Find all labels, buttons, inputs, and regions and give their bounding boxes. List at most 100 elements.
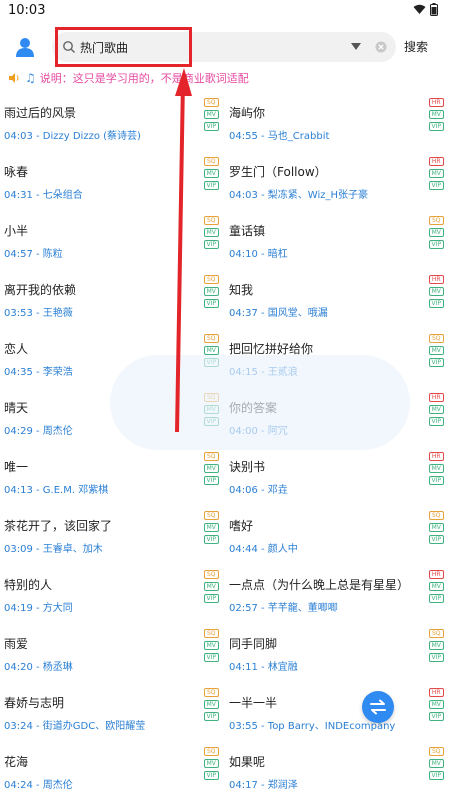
mv-badge[interactable]: MV [428,228,444,237]
vip-badge: VIP [428,653,444,662]
vip-badge: VIP [428,712,444,721]
song-list-item[interactable]: 一半一半 03:55 - Top Barry、INDEcompany HR MV VIP [225,682,450,741]
song-meta: 04:19 - 方大同 [4,603,73,614]
song-list-item[interactable]: 海屿你 04:55 - 马也_Crabbit HR MV VIP [225,92,450,151]
song-list-item[interactable]: 知我 04:37 - 国风堂、哦漏 HR MV VIP [225,269,450,328]
mv-badge[interactable]: MV [428,405,444,414]
song-badges: HR MV VIP [428,393,444,426]
song-list-item[interactable]: 罗生门（Follow） 04:03 - 梨冻紧、Wiz_H张子豪 HR MV VIP [225,151,450,210]
mv-badge[interactable]: MV [428,523,444,532]
vip-badge: VIP [428,476,444,485]
switch-float-button[interactable] [362,691,394,723]
song-meta: 04:55 - 马也_Crabbit [229,131,330,142]
song-list-item[interactable]: 离开我的依赖 03:53 - 王艳薇 SQ MV VIP [0,269,225,328]
vip-badge: VIP [203,476,219,485]
mv-badge[interactable]: MV [203,169,219,178]
user-avatar-icon[interactable] [14,36,36,58]
song-badges: SQ MV VIP [428,216,444,249]
song-badges: SQ MV VIP [203,629,219,662]
sq-badge: SQ [203,452,219,461]
song-title: 诀别书 [229,460,266,474]
mv-badge[interactable]: MV [428,346,444,355]
song-meta: 04:31 - 七朵组合 [4,190,83,201]
sq-badge: SQ [203,688,219,697]
search-button[interactable]: 搜索 [404,38,428,55]
mv-badge[interactable]: MV [428,287,444,296]
mv-badge[interactable]: MV [428,582,444,591]
song-meta: 04:03 - Dizzy Dizzo (蔡诗芸) [4,131,141,142]
mv-badge[interactable]: MV [203,228,219,237]
song-title: 特别的人 [4,578,53,592]
vip-badge: VIP [203,712,219,721]
song-badges: SQ MV VIP [203,98,219,131]
mv-badge[interactable]: MV [203,287,219,296]
song-list-item[interactable]: 花海 04:24 - 周杰伦 SQ MV VIP [0,741,225,800]
song-list-item[interactable]: 小半 04:57 - 陈粒 SQ MV VIP [0,210,225,269]
song-list-item[interactable]: 雨爱 04:20 - 杨丞琳 SQ MV VIP [0,623,225,682]
mv-badge[interactable]: MV [428,464,444,473]
song-badges: SQ MV VIP [203,275,219,308]
sq-badge: SQ [428,629,444,638]
song-title: 如果呢 [229,755,266,769]
song-badges: SQ MV VIP [203,452,219,485]
song-list-item[interactable]: 春娇与志明 03:24 - 街道办GDC、欧阳耀莹 SQ MV VIP [0,682,225,741]
song-list-item[interactable]: 诀别书 04:06 - 邓垚 HR MV VIP [225,446,450,505]
song-list-item[interactable]: 雨过后的风景 04:03 - Dizzy Dizzo (蔡诗芸) SQ MV VIP [0,92,225,151]
song-title: 茶花开了，该回家了 [4,519,113,533]
mv-badge[interactable]: MV [203,641,219,650]
music-note-icon: ♫ [25,71,36,85]
song-meta: 03:53 - 王艳薇 [4,308,73,319]
vip-badge: VIP [428,299,444,308]
mv-badge[interactable]: MV [203,523,219,532]
song-list-item[interactable]: 童话镇 04:10 - 暗杠 SQ MV VIP [225,210,450,269]
vip-badge: VIP [203,594,219,603]
mv-badge[interactable]: MV [203,464,219,473]
mv-badge[interactable]: MV [428,641,444,650]
dropdown-arrow-icon[interactable] [350,42,362,52]
song-list-item[interactable]: 嗜好 04:44 - 颜人中 SQ MV VIP [225,505,450,564]
swap-icon [370,699,386,715]
song-title: 离开我的依赖 [4,283,77,297]
mv-badge[interactable]: MV [428,110,444,119]
vip-badge: VIP [203,771,219,780]
vip-badge: VIP [428,181,444,190]
song-list-item[interactable]: 茶花开了，该回家了 03:09 - 王睿卓、加木 SQ MV VIP [0,505,225,564]
sq-badge: SQ [203,275,219,284]
song-list-item[interactable]: 特别的人 04:19 - 方大同 SQ MV VIP [0,564,225,623]
hr-badge: HR [428,452,444,461]
sq-badge: SQ [203,570,219,579]
mv-badge[interactable]: MV [203,346,219,355]
song-list-item[interactable]: 如果呢 04:17 - 郑润泽 SQ MV VIP [225,741,450,800]
battery-icon [430,3,438,16]
song-badges: SQ MV VIP [203,157,219,190]
song-meta: 04:03 - 梨冻紧、Wiz_H张子豪 [229,190,368,201]
song-title: 一点点（为什么晚上总是有星星） [229,578,410,592]
song-title: 春娇与志明 [4,696,65,710]
mv-badge[interactable]: MV [428,759,444,768]
song-title: 雨过后的风景 [4,106,77,120]
mv-badge[interactable]: MV [203,582,219,591]
sq-badge: SQ [203,629,219,638]
mv-badge[interactable]: MV [203,700,219,709]
song-meta: 04:06 - 邓垚 [229,485,288,496]
mv-badge[interactable]: MV [203,110,219,119]
song-meta: 02:57 - 芊芊龍、董唧唧 [229,603,338,614]
song-badges: SQ MV VIP [203,216,219,249]
vip-badge: VIP [203,122,219,131]
song-badges: SQ MV VIP [203,747,219,780]
song-list-item[interactable]: 同手同脚 04:11 - 林宜融 SQ MV VIP [225,623,450,682]
song-list-item[interactable]: 一点点（为什么晚上总是有星星） 02:57 - 芊芊龍、董唧唧 HR MV VIP [225,564,450,623]
song-title: 同手同脚 [229,637,278,651]
sq-badge: SQ [428,334,444,343]
song-title: 童话镇 [229,224,266,238]
mv-badge[interactable]: MV [428,169,444,178]
mv-badge[interactable]: MV [203,759,219,768]
sq-badge: SQ [428,511,444,520]
song-meta: 04:11 - 林宜融 [229,662,298,673]
song-list-item[interactable]: 咏春 04:31 - 七朵组合 SQ MV VIP [0,151,225,210]
mv-badge[interactable]: MV [428,700,444,709]
clear-icon[interactable] [375,41,387,53]
song-badges: SQ MV VIP [428,629,444,662]
song-list-item[interactable]: 唯一 04:13 - G.E.M. 邓紫棋 SQ MV VIP [0,446,225,505]
song-meta: 04:24 - 周杰伦 [4,780,73,791]
